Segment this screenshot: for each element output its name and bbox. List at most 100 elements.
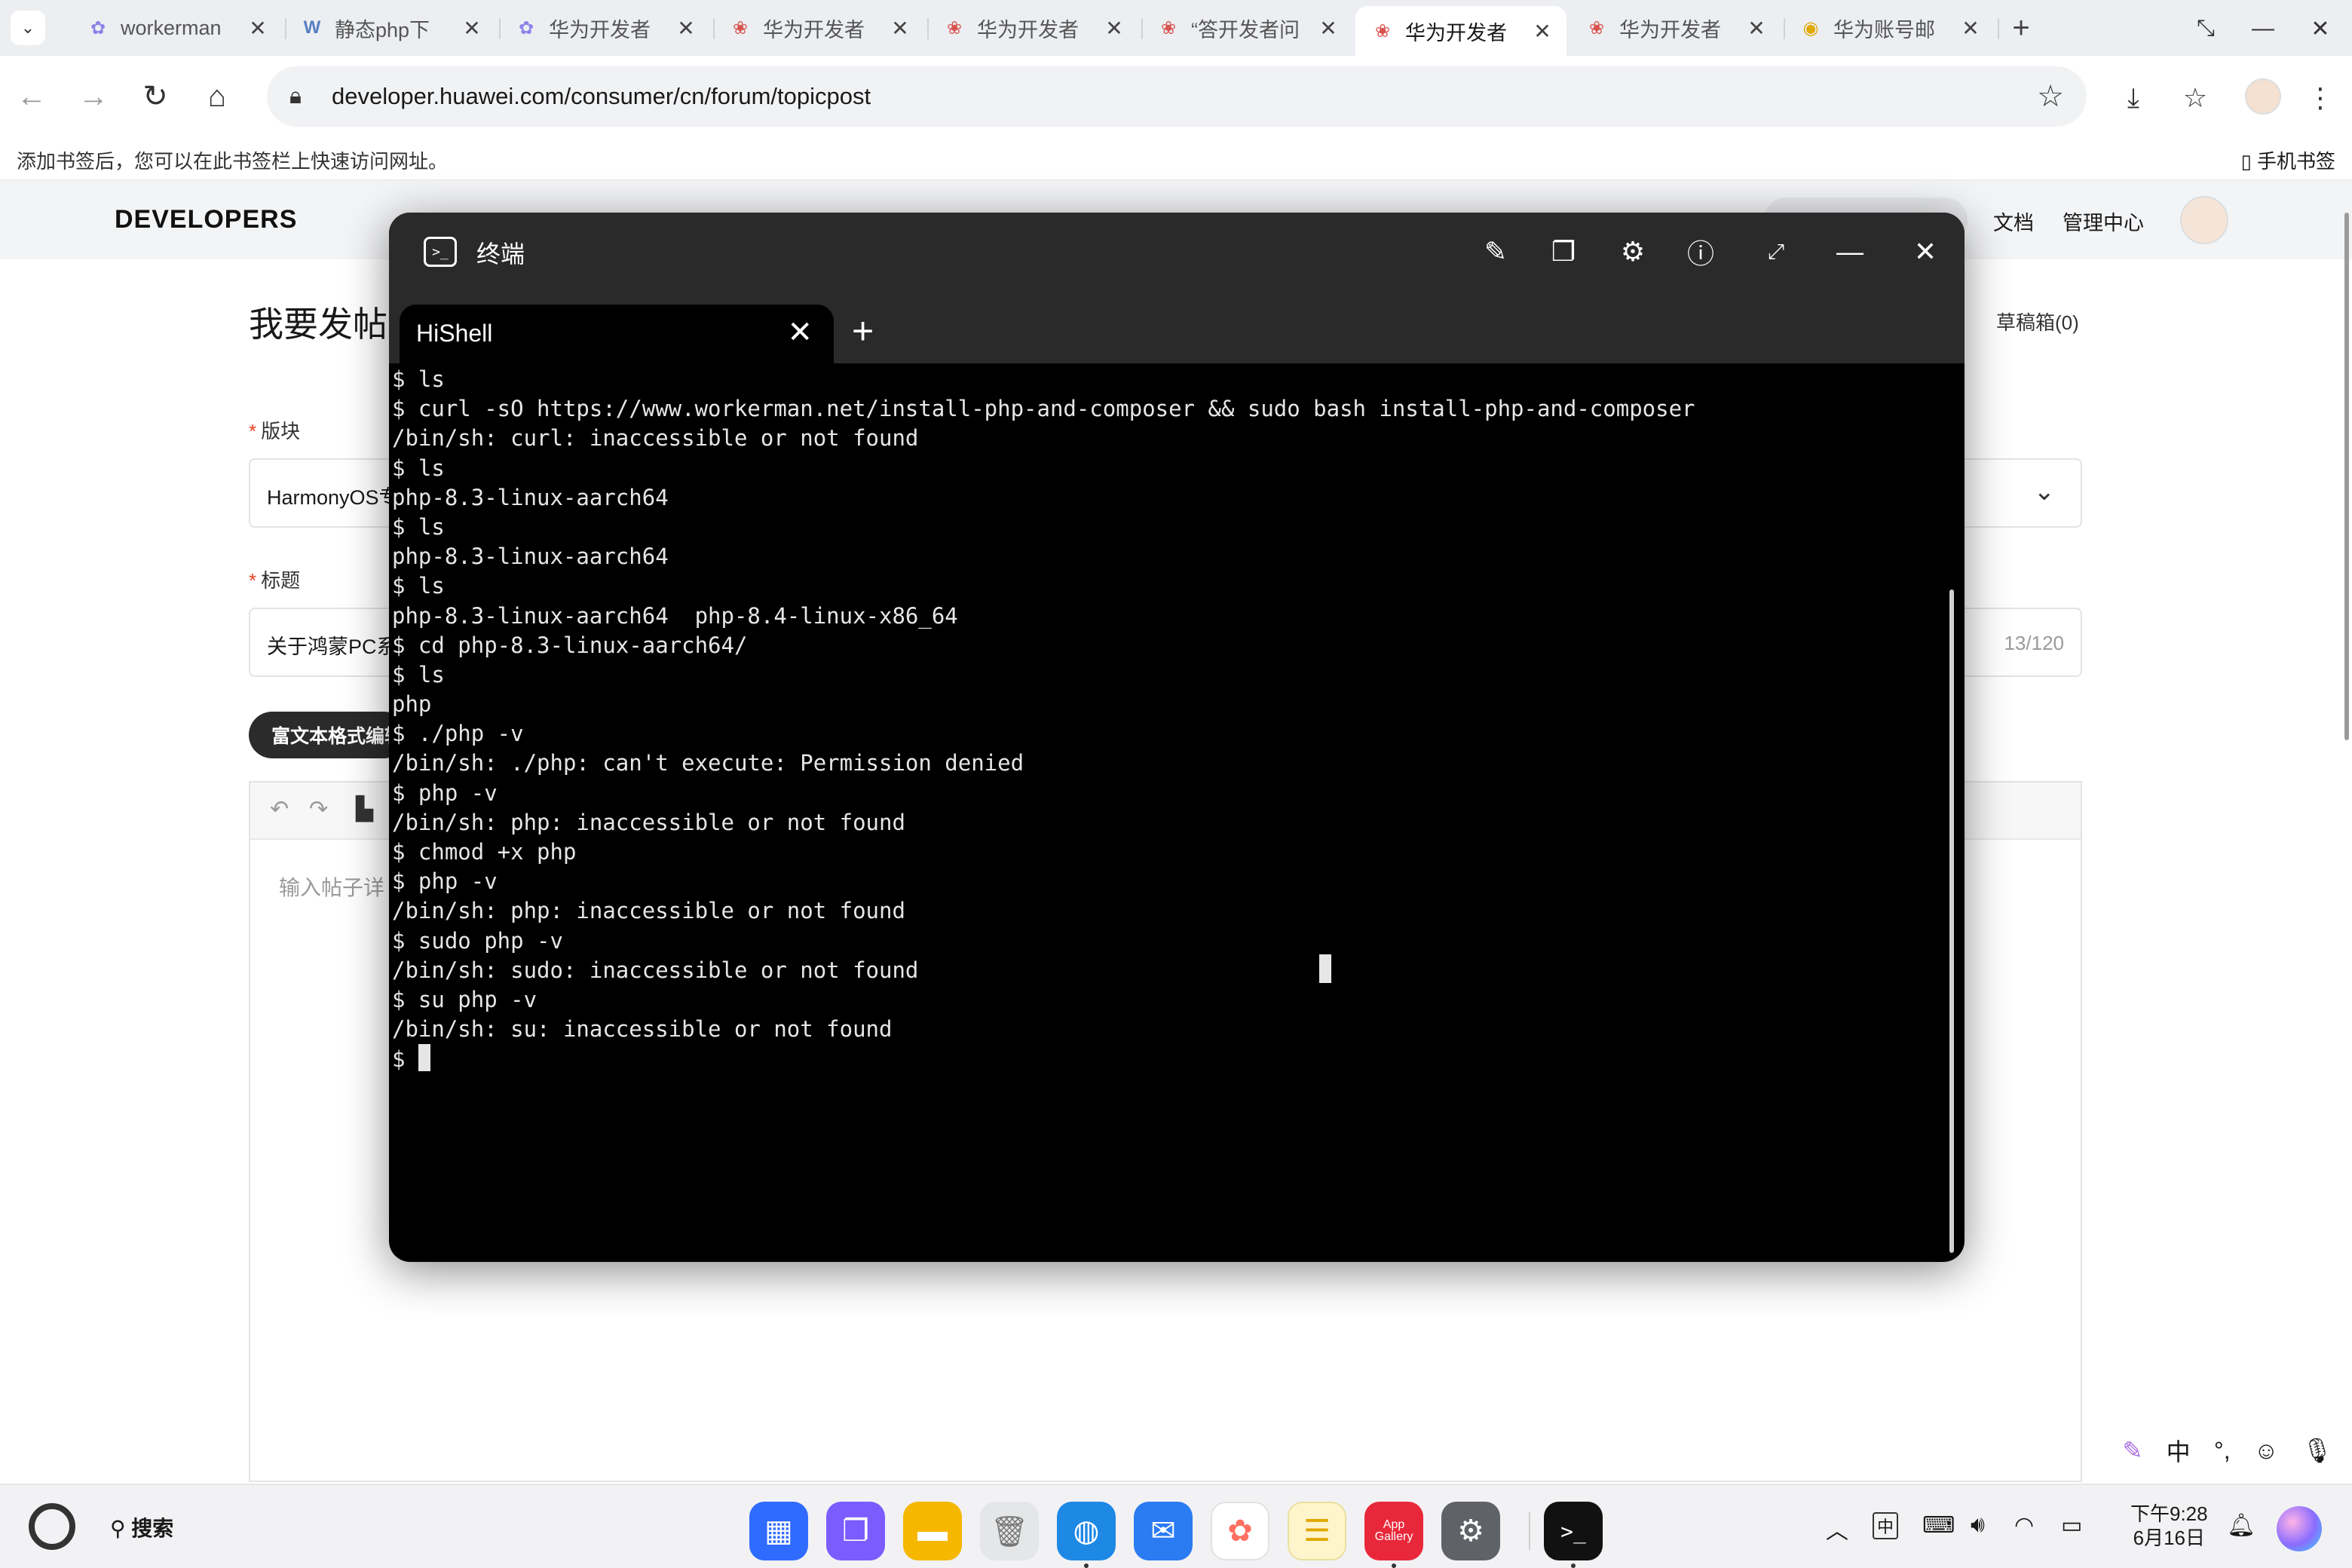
dock-mail[interactable]: ✉ (1134, 1502, 1193, 1560)
browser-tab[interactable]: W 静态php下 ✕ (285, 6, 496, 50)
taskbar-clock[interactable]: 下午9:28 6月16日 (2130, 1502, 2208, 1550)
dock-files[interactable]: ▬ (903, 1502, 962, 1560)
browser-tab[interactable]: ❀ 华为开发者 ✕ (927, 6, 1138, 50)
close-tab-icon[interactable]: ✕ (675, 16, 697, 41)
more-menu-button[interactable]: ⋮ (2301, 78, 2340, 118)
dock-gallery[interactable]: ✿ (1211, 1502, 1269, 1560)
tray-ime-indicator[interactable]: 中 (1873, 1512, 1899, 1539)
dock-browser[interactable]: ◍ (1057, 1502, 1116, 1560)
undo-icon[interactable]: ↶ (270, 796, 289, 822)
dock-app-center[interactable]: ▦ (749, 1502, 808, 1560)
ime-toolbar: ✎ 中 °, ☺ 🎙︎ (2111, 1429, 2344, 1472)
edit-square-icon: ✎ (1484, 236, 1508, 267)
dock-multi-window[interactable]: ❐ (826, 1502, 885, 1560)
nav-docs-link[interactable]: 文档 (1993, 207, 2034, 236)
terminal-windows-button[interactable]: ❐ (1545, 234, 1582, 270)
terminal-settings-button[interactable]: ⚙ (1615, 234, 1651, 270)
reload-button[interactable]: ↻ (134, 75, 176, 118)
arrow-left-icon: ← (17, 79, 47, 113)
redo-icon[interactable]: ↷ (309, 796, 328, 822)
close-tab-icon[interactable]: ✕ (890, 16, 911, 41)
terminal-prompt: $ (392, 1046, 418, 1073)
dock-trash[interactable]: 🗑︎ (980, 1502, 1039, 1560)
terminal-scrollbar[interactable] (1949, 590, 1954, 1253)
close-tab-icon[interactable]: ✕ (1532, 19, 1553, 44)
ai-assistant-orb[interactable] (2277, 1506, 2322, 1551)
browser-tab[interactable]: ❀ 华为开发者 ✕ (1570, 6, 1781, 50)
mobile-bookmarks-link[interactable]: ▯ 手机书签 (2240, 146, 2335, 174)
close-tab-icon[interactable]: ✕ (1104, 16, 1125, 41)
terminal-edit-button[interactable]: ✎ (1478, 234, 1514, 270)
terminal-new-tab-button[interactable]: + (852, 309, 874, 353)
ime-mode-toggle[interactable]: 中 (2167, 1433, 2191, 1468)
terminal-minimize-button[interactable]: — (1832, 234, 1868, 270)
drafts-link[interactable]: 草稿箱(0) (1996, 308, 2079, 335)
close-tab-icon[interactable]: ✕ (787, 315, 813, 350)
battery-icon[interactable]: ▭ (2061, 1512, 2082, 1539)
rich-text-tab[interactable]: 富文本格式编辑 (249, 712, 407, 758)
browser-tab[interactable]: ✿ 华为开发者 ✕ (499, 6, 710, 50)
close-tab-icon[interactable]: ✕ (247, 16, 268, 41)
page-scrollbar[interactable] (2344, 213, 2349, 740)
close-window-button[interactable]: ✕ (2304, 12, 2337, 45)
notification-bell-icon[interactable]: 🔔︎ (2227, 1512, 2256, 1539)
close-tab-icon[interactable]: ✕ (1746, 16, 1767, 41)
browser-tab[interactable]: ❀ 华为开发者 ✕ (713, 6, 924, 50)
terminal-line: $ ls (392, 661, 445, 688)
microphone-icon[interactable]: 🎙︎ (2302, 1436, 2333, 1465)
site-avatar[interactable] (2180, 196, 2228, 244)
dock-settings[interactable]: ⚙ (1441, 1502, 1500, 1560)
restore-window-button[interactable]: ⤡ (2189, 12, 2222, 45)
terminal-output[interactable]: $ ls $ curl -sO https://www.workerman.ne… (392, 363, 1945, 1253)
terminal-close-button[interactable]: ✕ (1907, 234, 1943, 270)
terminal-tabbar: HiShell ✕ + (389, 291, 1965, 363)
forward-button[interactable]: → (72, 75, 115, 118)
terminal-app-icon: >_ (424, 237, 457, 267)
dock-notes[interactable]: ☰ (1288, 1502, 1346, 1560)
nav-console-link[interactable]: 管理中心 (2063, 207, 2144, 236)
start-button[interactable] (29, 1503, 75, 1550)
terminal-line: /bin/sh: php: inaccessible or not found (392, 809, 905, 835)
dock-terminal[interactable]: >_ (1544, 1502, 1603, 1560)
terminal-window[interactable]: >_ 终端 ✎ ❐ ⚙ ⓘ ⤢ — ✕ HiShell ✕ + $ ls $ c… (389, 213, 1965, 1262)
terminal-help-button[interactable]: ⓘ (1683, 234, 1719, 270)
browser-tab[interactable]: ✿ workerman ✕ (71, 6, 282, 50)
terminal-maximize-button[interactable]: ⤢ (1758, 234, 1794, 270)
close-tab-icon[interactable]: ✕ (461, 16, 482, 41)
close-tab-icon[interactable]: ✕ (1318, 16, 1339, 41)
back-button[interactable]: ← (11, 75, 53, 118)
format-brush-icon[interactable]: ▙ (356, 796, 373, 822)
browser-tab[interactable]: ◉ 华为账号邮 ✕ (1784, 6, 1995, 50)
minimize-icon: — (2252, 16, 2274, 41)
home-button[interactable]: ⌂ (196, 75, 238, 118)
terminal-titlebar[interactable]: >_ 终端 ✎ ❐ ⚙ ⓘ ⤢ — ✕ (389, 213, 1965, 291)
browser-tab[interactable]: ❀ “答开发者问 ✕ (1141, 6, 1352, 50)
minimize-window-button[interactable]: — (2246, 12, 2280, 45)
dock-app-gallery[interactable]: App Gallery (1364, 1502, 1423, 1560)
star-bookmark-icon[interactable]: ☆ (2037, 79, 2064, 114)
browser-tab-active[interactable]: ❀ 华为开发者 ✕ (1355, 6, 1566, 56)
title-char-count: 13/120 (2004, 632, 2064, 654)
terminal-prompt-line[interactable]: $ (392, 1044, 1945, 1073)
profile-avatar[interactable] (2245, 78, 2281, 115)
terminal-line: $ ls (392, 366, 445, 392)
wifi-icon[interactable]: ◠ (2014, 1512, 2034, 1539)
download-button[interactable]: ⤓ (2114, 78, 2153, 118)
tab-list-dropdown-button[interactable]: ⌄ (11, 11, 45, 45)
ime-logo-icon[interactable]: ✎ (2123, 1436, 2143, 1465)
keyboard-icon[interactable]: ⌨ (1922, 1512, 1955, 1539)
volume-icon[interactable]: 🔊︎ (1971, 1512, 1985, 1538)
taskbar-search-button[interactable]: ⚲ 搜索 (110, 1512, 173, 1542)
tab-label: 华为开发者 (763, 18, 865, 41)
favorites-button[interactable]: ☆ (2176, 78, 2215, 118)
close-tab-icon[interactable]: ✕ (1960, 16, 1981, 41)
text-cursor (418, 1044, 430, 1072)
site-logo[interactable]: DEVELOPERS (115, 205, 297, 234)
tray-expand-icon[interactable]: ︿ (1826, 1512, 1848, 1545)
ime-punct-toggle[interactable]: °, (2214, 1437, 2231, 1465)
url-text[interactable]: developer.huawei.com/consumer/cn/forum/t… (332, 83, 2037, 110)
emoji-icon[interactable]: ☺ (2254, 1437, 2279, 1465)
address-bar[interactable]: 🔒︎ developer.huawei.com/consumer/cn/foru… (267, 66, 2087, 127)
new-tab-button[interactable]: + (2002, 9, 2040, 47)
terminal-tab-hishell[interactable]: HiShell ✕ (400, 305, 834, 363)
